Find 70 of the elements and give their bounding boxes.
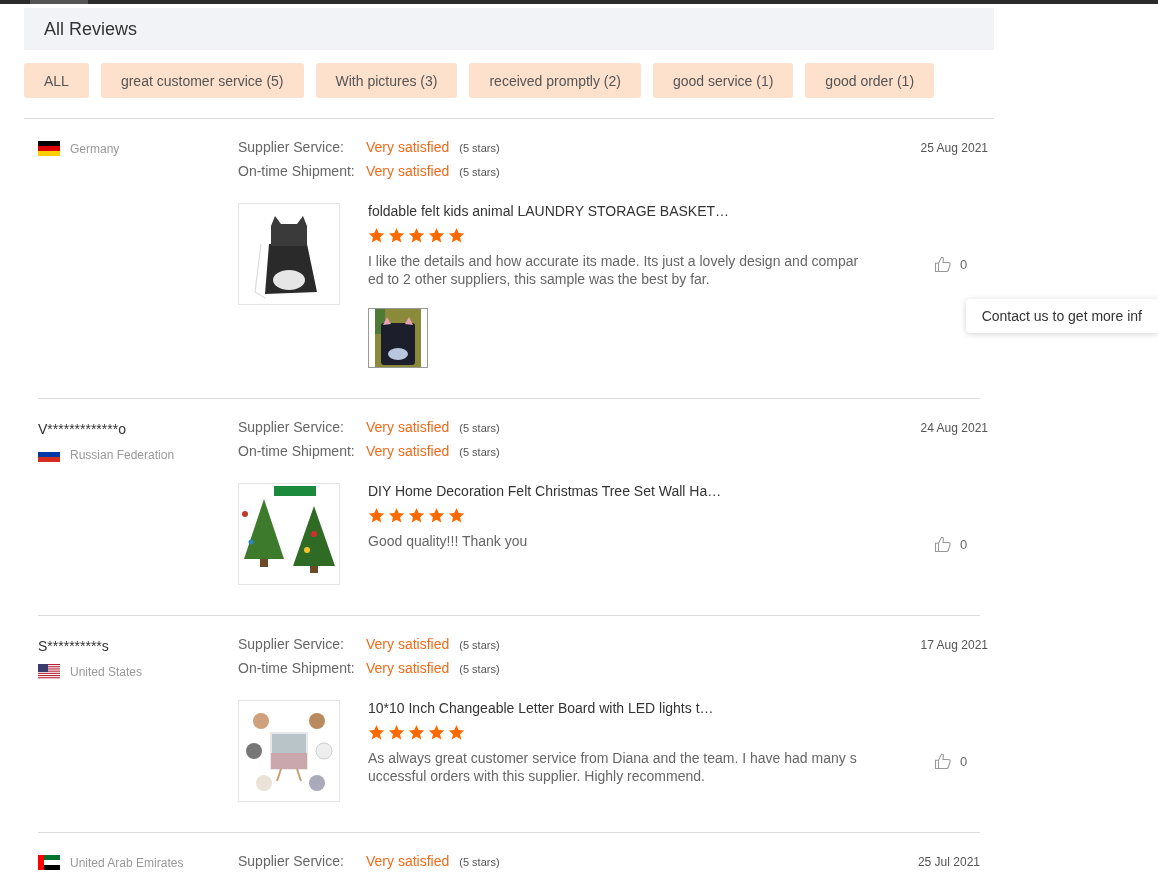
like-count: 0	[960, 256, 968, 272]
rating-label: Supplier Service:	[238, 419, 345, 435]
product-title[interactable]: foldable felt kids animal LAUNDRY STORAGE BASKET…	[368, 203, 868, 219]
rating-value: Very satisfied	[366, 660, 450, 676]
review-photo[interactable]	[368, 308, 428, 368]
like-count: 0	[960, 753, 968, 769]
review-date: 25 Aug 2021	[920, 141, 988, 155]
rating-label: On-time Shipment:	[238, 660, 356, 676]
review-date: 17 Aug 2021	[920, 638, 988, 652]
rating-label: On-time Shipment:	[238, 163, 356, 179]
review-comment: Good quality!!! Thank you	[368, 532, 529, 550]
review-comment: As always great customer service from Diana and the team. I have had many successful orders with this supplier. Highly recommend.	[368, 749, 858, 785]
thumbs-up-icon[interactable]	[934, 255, 952, 273]
country-name: United States	[70, 664, 143, 679]
filter-tag[interactable]: great customer service (5)	[100, 63, 304, 98]
product-title[interactable]: DIY Home Decoration Felt Christmas Tree Set Wall Ha…	[368, 483, 868, 499]
rating-stars-note: (5 stars)	[459, 142, 500, 154]
rating-label: Supplier Service:	[238, 139, 345, 155]
star-icon	[408, 227, 425, 244]
section-title: All Reviews	[44, 18, 138, 40]
star-icon	[388, 724, 405, 741]
star-icon	[408, 507, 425, 524]
rating-value: Very satisfied	[366, 163, 450, 179]
like-count: 0	[960, 536, 968, 552]
review-date: 24 Aug 2021	[920, 421, 988, 435]
rating-stars-note: (5 stars)	[459, 639, 500, 651]
rating-value: Very satisfied	[366, 636, 450, 652]
rating-stars-note: (5 stars)	[459, 166, 500, 178]
star-icon	[448, 724, 465, 741]
star-icon	[448, 507, 465, 524]
star-icon	[388, 507, 405, 524]
star-icon	[388, 227, 405, 244]
rating-stars-note: (5 stars)	[459, 446, 500, 458]
star-icon	[408, 724, 425, 741]
contact-tab[interactable]: Contact us to get more inf	[965, 299, 1158, 333]
thumbs-up-icon[interactable]	[934, 535, 952, 553]
filter-tag[interactable]: ALL	[24, 63, 89, 98]
star-icon	[368, 507, 385, 524]
star-icon	[368, 724, 385, 741]
filter-tag[interactable]: received promptly (2)	[469, 63, 641, 98]
star-icon	[428, 724, 445, 741]
review-date: 25 Jul 2021	[917, 855, 980, 869]
usa-flag-icon	[38, 664, 60, 679]
thumbs-up-icon[interactable]	[934, 752, 952, 770]
rating-value: Very satisfied	[366, 853, 450, 869]
country-name: Germany	[70, 141, 120, 156]
country-name: Russian Federation	[70, 447, 175, 462]
rating-label: On-time Shipment:	[238, 443, 356, 459]
rating-stars-note: (5 stars)	[459, 422, 500, 434]
star-icon	[428, 227, 445, 244]
star-icon	[428, 507, 445, 524]
rating-value: Very satisfied	[366, 139, 450, 155]
rating-value: Very satisfied	[366, 419, 450, 435]
rating-stars-note: (5 stars)	[459, 856, 500, 868]
filter-tag[interactable]: good order (1)	[805, 63, 935, 98]
rating-value: Very satisfied	[366, 443, 450, 459]
star-icon	[448, 227, 465, 244]
product-title[interactable]: 10*10 Inch Changeable Letter Board with LED lights t…	[368, 700, 868, 716]
reviewer-name: V*************o	[38, 421, 127, 437]
rating-label: Supplier Service:	[238, 853, 345, 869]
uae-flag-icon	[38, 855, 60, 870]
rating-label: Supplier Service:	[238, 636, 345, 652]
review-comment: I like the details and how accurate its made. Its just a lovely design and compared to 2 other suppliers, this sample was the best by far.	[368, 252, 860, 288]
germany-flag-icon	[38, 141, 60, 156]
filter-tag[interactable]: good service (1)	[652, 63, 794, 98]
star-icon	[368, 227, 385, 244]
reviewer-name: S**********s	[38, 638, 110, 654]
rating-stars-note: (5 stars)	[459, 663, 500, 675]
country-name: United Arab Emirates	[70, 855, 184, 870]
filter-tag[interactable]: With pictures (3)	[315, 63, 458, 98]
